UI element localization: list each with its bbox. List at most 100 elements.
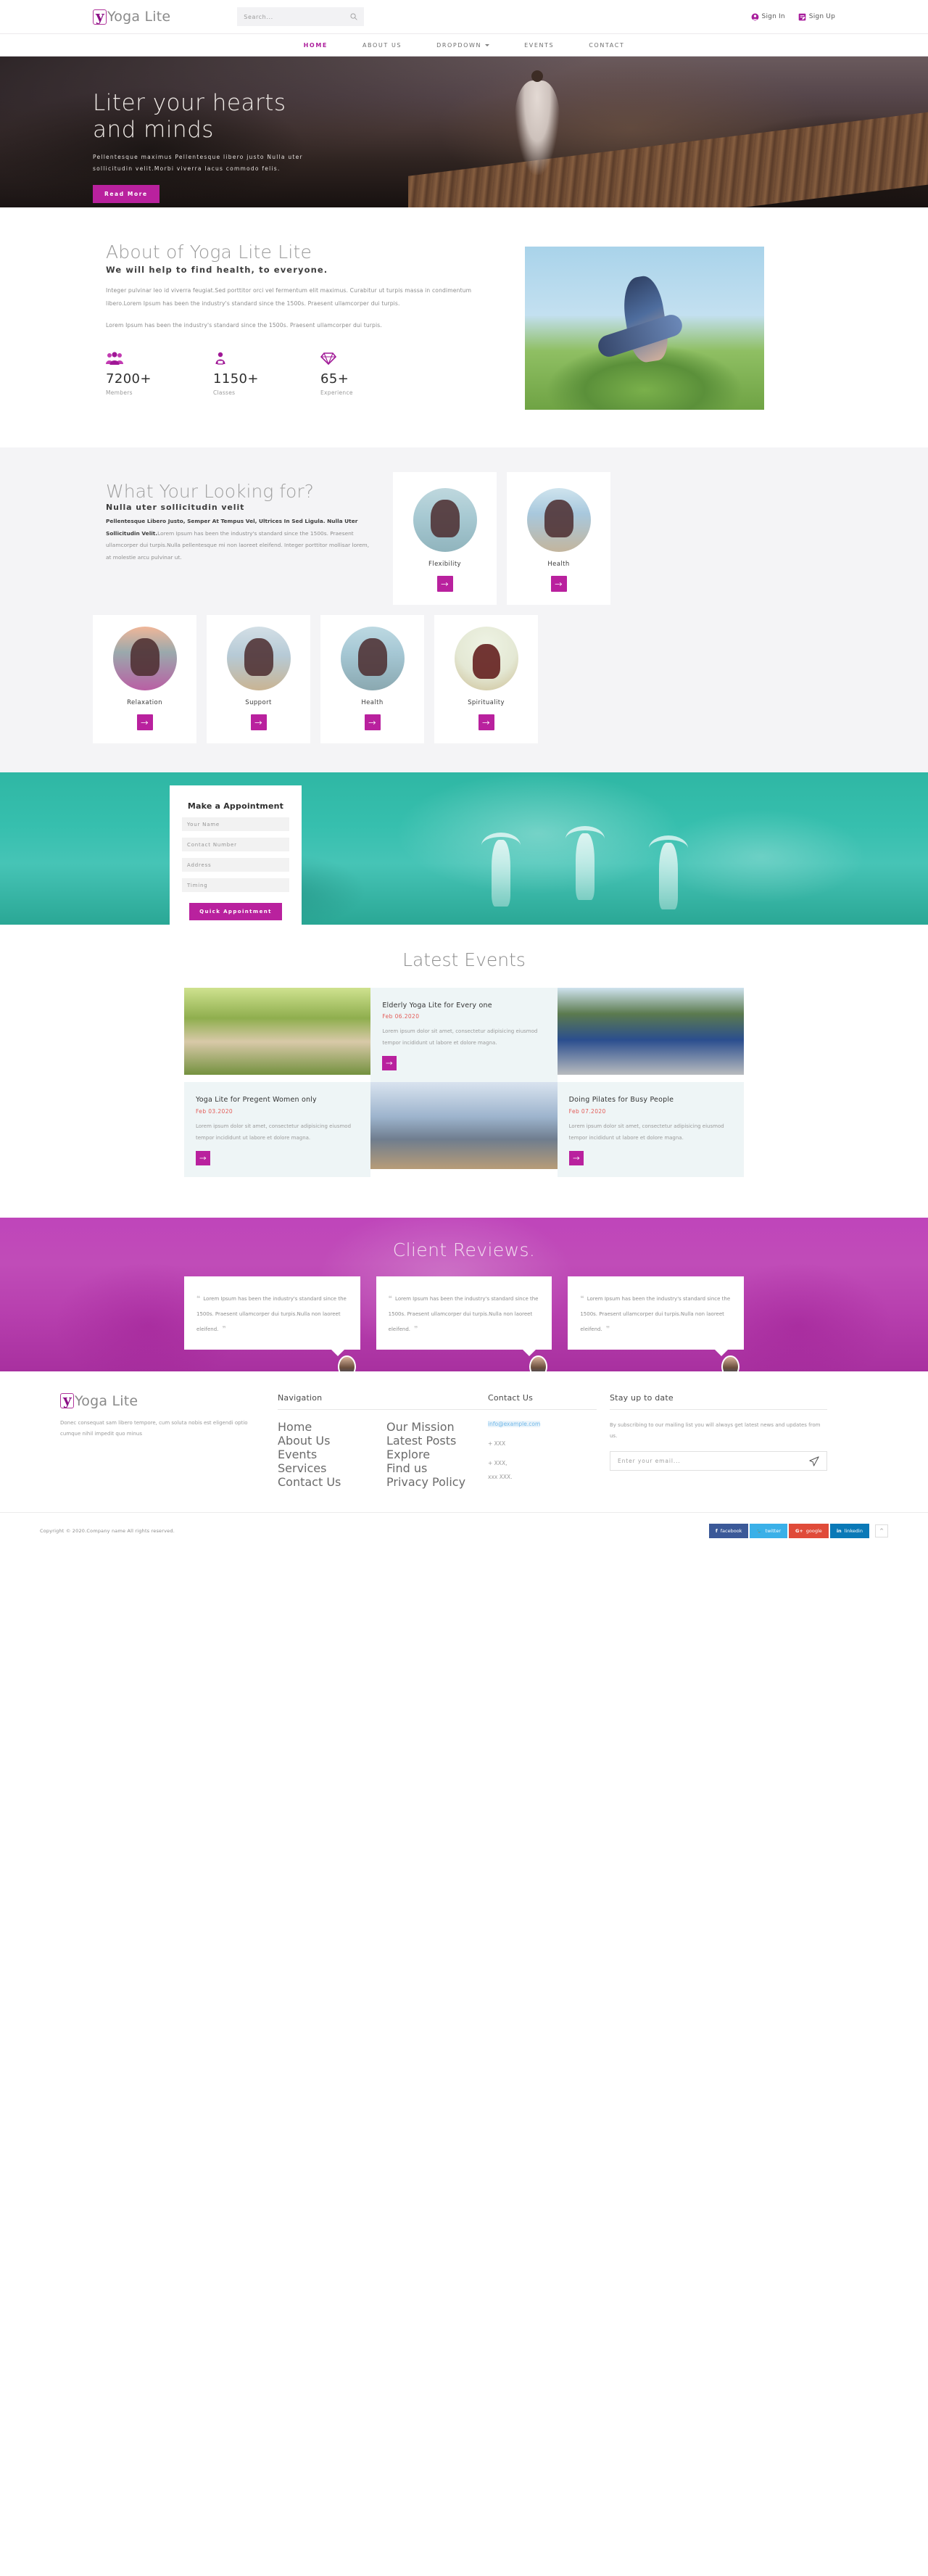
arrow-right-icon xyxy=(386,1062,393,1065)
footer-link-our-mission[interactable]: Our Mission xyxy=(386,1420,488,1434)
linkedin-icon: in xyxy=(836,1528,842,1535)
nav-label: EVENTS xyxy=(524,41,555,49)
footer-link-latest-posts[interactable]: Latest Posts xyxy=(386,1434,488,1448)
service-arrow-button[interactable] xyxy=(364,714,381,730)
events-section: Latest Events Elderly Yoga Lite for Ever… xyxy=(0,925,928,1218)
social-facebook[interactable]: f facebook xyxy=(708,1524,749,1539)
services-copy: What Your Looking for? Nulla uter sollic… xyxy=(93,472,383,605)
divider xyxy=(488,1408,597,1410)
review-item-1: ❝ Lorem Ipsum has been the industry's st… xyxy=(184,1276,360,1371)
footer-navigation-column-2: Our Mission Latest Posts Explore Find us… xyxy=(386,1393,488,1492)
footer-brand-logo[interactable]: Yoga Lite xyxy=(60,1391,260,1409)
service-image xyxy=(454,627,518,690)
social-linkedin[interactable]: in linkedin xyxy=(829,1524,869,1539)
hero-read-more-button[interactable]: Read More xyxy=(93,184,160,203)
stat-experience: 65+ Experience xyxy=(320,351,428,396)
appointment-name-input[interactable] xyxy=(182,817,289,831)
sign-in-link[interactable]: Sign In xyxy=(751,13,785,21)
service-card-health-1[interactable]: Health xyxy=(507,472,610,605)
nav-item-events[interactable]: EVENTS xyxy=(507,42,571,49)
service-arrow-button[interactable] xyxy=(136,714,153,730)
auth-links: Sign In Sign Up xyxy=(751,13,835,21)
social-label: linkedin xyxy=(844,1528,863,1535)
event-card-2[interactable]: Yoga Lite for Pregent Women only Feb 03.… xyxy=(184,1082,371,1177)
newsletter-input-wrapper[interactable] xyxy=(610,1451,827,1471)
nav-item-contact[interactable]: CONTACT xyxy=(571,42,642,49)
event-image-2 xyxy=(557,988,744,1075)
event-arrow-button[interactable] xyxy=(382,1056,397,1071)
stat-number: 65+ xyxy=(320,371,349,387)
appointment-contact-input[interactable] xyxy=(182,838,289,851)
reviews-grid: ❝ Lorem Ipsum has been the industry's st… xyxy=(184,1276,744,1371)
event-image-3 xyxy=(370,1082,558,1170)
footer-about-column: Yoga Lite Donec consequat sam libero tem… xyxy=(60,1391,278,1492)
search-input[interactable] xyxy=(244,13,351,20)
diamond-icon xyxy=(320,351,428,367)
social-google[interactable]: G+ google xyxy=(789,1524,829,1539)
footer-phone-1: + XXX xyxy=(488,1440,506,1448)
search-box[interactable] xyxy=(237,7,365,26)
event-title: Yoga Lite for Pregent Women only xyxy=(196,1096,317,1105)
footer-link-explore[interactable]: Explore xyxy=(386,1448,488,1461)
event-arrow-button[interactable] xyxy=(568,1150,584,1165)
event-card-1[interactable]: Elderly Yoga Lite for Every one Feb 06.2… xyxy=(370,988,558,1083)
newsletter-email-input[interactable] xyxy=(618,1458,809,1465)
google-plus-icon: G+ xyxy=(795,1528,803,1535)
service-card-flexibility[interactable]: Flexibility xyxy=(393,472,497,605)
arrow-right-icon xyxy=(141,720,149,724)
review-item-2: ❝ Lorem Ipsum has been the industry's st… xyxy=(376,1276,552,1371)
about-title: About of Yoga Lite Lite xyxy=(106,242,312,263)
quick-appointment-button[interactable]: Quick Appointment xyxy=(189,903,282,920)
service-arrow-button[interactable] xyxy=(550,576,567,592)
event-card-3[interactable]: Doing Pilates for Busy People Feb 07.202… xyxy=(557,1082,744,1177)
search-icon[interactable] xyxy=(350,13,357,20)
brand-logo[interactable]: Yoga Lite xyxy=(93,7,170,25)
service-card-relaxation[interactable]: Relaxation xyxy=(93,615,196,743)
service-arrow-button[interactable] xyxy=(250,714,267,730)
sign-up-link[interactable]: Sign Up xyxy=(798,13,835,21)
copyright-text: Copyright © 2020.Company name All rights… xyxy=(40,1528,175,1535)
yoga-pose-silhouette xyxy=(357,638,387,677)
footer-link-contact-us[interactable]: Contact Us xyxy=(278,1475,386,1489)
event-arrow-button[interactable] xyxy=(196,1150,210,1165)
nav-label: CONTACT xyxy=(589,41,625,49)
footer-link-privacy-policy[interactable]: Privacy Policy xyxy=(386,1475,488,1489)
footer-link-events[interactable]: Events xyxy=(278,1448,386,1461)
social-twitter[interactable]: 🐦 twitter xyxy=(750,1524,787,1539)
divider xyxy=(386,1408,488,1410)
nav-item-about-us[interactable]: ABOUT US xyxy=(345,42,419,49)
footer-contact-column: Contact Us info@example.com + XXX + XXX,… xyxy=(488,1393,597,1492)
stat-members: 7200+ Members xyxy=(106,351,213,396)
footer-about-text: Donec consequat sam libero tempore, cum … xyxy=(60,1419,248,1437)
service-card-support[interactable]: Support xyxy=(207,615,310,743)
send-paper-plane-icon[interactable] xyxy=(809,1456,819,1466)
avatar xyxy=(337,1355,356,1371)
footer-bottom-bar: Copyright © 2020.Company name All rights… xyxy=(0,1511,928,1550)
service-arrow-button[interactable] xyxy=(436,576,453,592)
service-card-health-2[interactable]: Health xyxy=(320,615,424,743)
nav-item-home[interactable]: HOME xyxy=(286,42,345,49)
review-text: Lorem Ipsum has been the industry's stan… xyxy=(388,1295,539,1333)
site-footer: Yoga Lite Donec consequat sam libero tem… xyxy=(0,1371,928,1550)
service-arrow-button[interactable] xyxy=(478,714,494,730)
service-title: Flexibility xyxy=(428,561,461,568)
footer-link-about-us[interactable]: About Us xyxy=(278,1434,386,1448)
footer-newsletter-heading: Stay up to date xyxy=(610,1392,674,1403)
about-paragraph-2: Lorem Ipsum has been the industry's stan… xyxy=(106,322,382,329)
service-image xyxy=(226,627,291,690)
yoga-pose-silhouette xyxy=(130,638,160,677)
sign-up-label: Sign Up xyxy=(808,13,835,20)
footer-email-link[interactable]: info@example.com xyxy=(488,1420,541,1427)
footer-link-home[interactable]: Home xyxy=(278,1420,386,1434)
quote-open-icon: ❝ xyxy=(388,1295,392,1303)
appointment-timing-input[interactable] xyxy=(182,878,289,892)
footer-link-find-us[interactable]: Find us xyxy=(386,1461,488,1475)
hero-description: Pellentesque maximus Pellentesque libero… xyxy=(93,154,303,172)
service-card-spirituality[interactable]: Spirituality xyxy=(434,615,538,743)
footer-link-services[interactable]: Services xyxy=(278,1461,386,1475)
back-to-top-button[interactable]: ^ xyxy=(875,1524,888,1538)
footer-contact-heading: Contact Us xyxy=(488,1392,534,1403)
appointment-address-input[interactable] xyxy=(182,858,289,872)
nav-item-dropdown[interactable]: DROPDOWN xyxy=(419,42,507,49)
quote-close-icon: ❞ xyxy=(605,1326,610,1334)
